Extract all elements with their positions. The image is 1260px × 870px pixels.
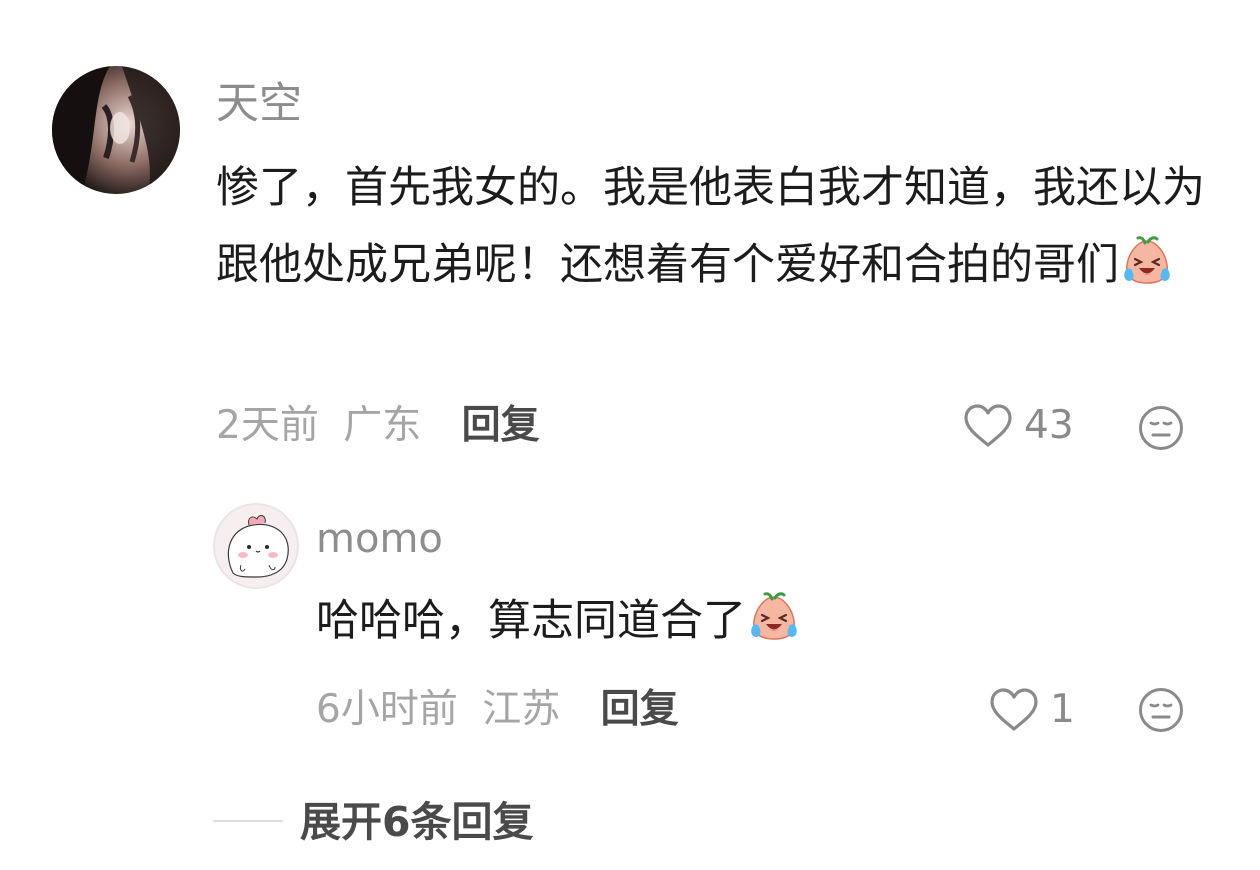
comment-time: 2天前	[216, 403, 319, 448]
meh-face-icon	[1139, 688, 1183, 732]
comment-username[interactable]: 天空	[216, 78, 302, 130]
comment-text-content: 惨了，首先我女的。我是他表白我才知道，我还以为跟他处成兄弟呢！还想着有个爱好和合…	[216, 163, 1205, 290]
expand-replies-button[interactable]: 展开6条回复	[300, 794, 534, 850]
comment-location: 广东	[343, 403, 422, 448]
reply-reply-button[interactable]: 回复	[601, 687, 679, 732]
meh-face-icon	[1139, 406, 1183, 450]
comment-text: 惨了，首先我女的。我是他表白我才知道，我还以为跟他处成兄弟呢！还想着有个爱好和合…	[216, 150, 1206, 304]
reply-username[interactable]: momo	[316, 514, 443, 564]
reply-like-button[interactable]: 1	[988, 682, 1075, 738]
crying-laughing-emoji-icon	[1121, 235, 1173, 287]
avatar[interactable]	[52, 66, 180, 194]
heart-icon	[964, 404, 1012, 447]
avatar-image	[52, 66, 180, 194]
dislike-button[interactable]	[1137, 404, 1185, 452]
reply-time: 6小时前	[316, 687, 458, 732]
reply-text: 哈哈哈，算志同道合了	[316, 588, 800, 654]
like-count: 43	[1024, 403, 1074, 448]
expand-divider	[213, 820, 283, 822]
reply-location: 江苏	[482, 687, 561, 732]
crying-laughing-emoji-icon	[748, 591, 800, 643]
reply-like-count: 1	[1050, 687, 1075, 732]
reply-dislike-button[interactable]	[1137, 686, 1185, 734]
reply-text-content: 哈哈哈，算志同道合了	[316, 596, 746, 646]
reply-meta: 6小时前 江苏 回复	[316, 682, 679, 738]
reply-avatar[interactable]	[213, 503, 299, 589]
heart-icon	[990, 688, 1038, 731]
reply-button[interactable]: 回复	[462, 403, 540, 448]
like-button[interactable]: 43	[962, 398, 1074, 454]
comment-meta: 2天前 广东 回复	[216, 398, 540, 454]
reply-avatar-image	[213, 503, 299, 589]
